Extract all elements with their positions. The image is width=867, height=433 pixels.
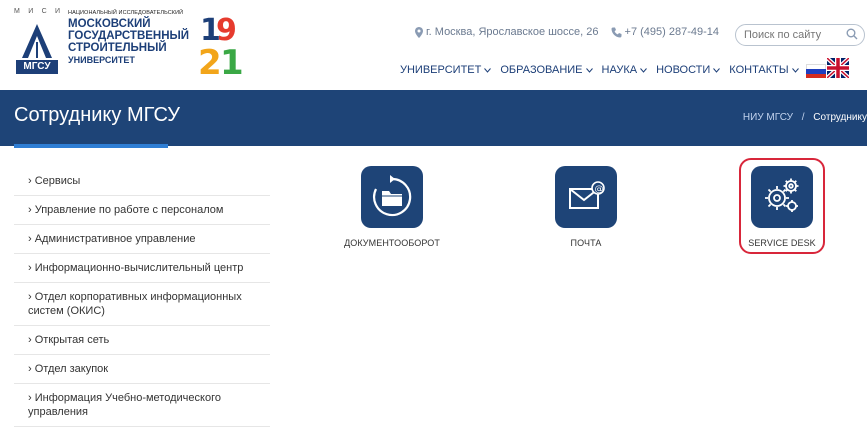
sidebar-item-administration[interactable]: › Административное управление (14, 225, 270, 254)
phone-text[interactable]: +7 (495) 287-49-14 (625, 26, 719, 38)
year-digit: 2 (198, 43, 222, 76)
english-flag-icon[interactable] (827, 58, 849, 78)
chevron-down-icon (585, 67, 593, 73)
chevron-down-icon (484, 67, 492, 73)
logo-name: МОСКОВСКИЙ ГОСУДАРСТВЕННЫЙ СТРОИТЕЛЬНЫЙ … (68, 18, 190, 65)
logo-letters: М И С И (14, 8, 60, 15)
contact-info: г. Москва, Ярославское шоссе, 26 +7 (495… (415, 26, 719, 38)
sidebar-item-computing-center[interactable]: › Информационно-вычислительный центр (14, 254, 270, 283)
nav-item-education[interactable]: ОБРАЗОВАНИЕ (500, 64, 593, 76)
address-text[interactable]: г. Москва, Ярославское шоссе, 26 (426, 26, 599, 38)
tile-document-flow[interactable]: ДОКУМЕНТООБОРОТ (332, 166, 452, 248)
search-box[interactable] (735, 24, 865, 46)
anniversary-year-graphic: 1 9 2 1 (198, 13, 242, 76)
sidebar-item-teaching-info[interactable]: › Информация Учебно-методического управл… (14, 384, 270, 427)
sidebar-menu: › Сервисы › Управление по работе с персо… (14, 166, 270, 427)
breadcrumb-separator: / (801, 112, 805, 123)
tile-icon-box (361, 166, 423, 228)
map-pin-icon (415, 26, 423, 38)
tile-mail[interactable]: @ ПОЧТА (526, 166, 646, 248)
main-navigation: УНИВЕРСИТЕТ ОБРАЗОВАНИЕ НАУКА НОВОСТИ КО… (400, 64, 808, 76)
nav-item-science[interactable]: НАУКА (602, 64, 648, 76)
chevron-down-icon (713, 67, 721, 73)
at-sign-glyph: @ (595, 185, 604, 195)
page-title: Сотруднику МГСУ (14, 104, 181, 126)
logo-arch-icon (22, 24, 52, 58)
page-title-banner: Сотруднику МГСУ НИУ МГСУ / Сотруднику (0, 90, 867, 146)
nav-item-contacts[interactable]: КОНТАКТЫ (729, 64, 799, 76)
sidebar-item-procurement[interactable]: › Отдел закупок (14, 355, 270, 384)
year-digit: 1 (220, 43, 242, 76)
breadcrumb-home-link[interactable]: НИУ МГСУ (743, 112, 793, 123)
tile-icon-box: @ (555, 166, 617, 228)
nav-item-university[interactable]: УНИВЕРСИТЕТ (400, 64, 492, 76)
logo-caption: НАЦИОНАЛЬНЫЙ ИССЛЕДОВАТЕЛЬСКИЙ (68, 10, 184, 16)
title-accent-bar (14, 144, 168, 148)
university-logo[interactable]: М И С И МГСУ НАЦИОНАЛЬНЫЙ ИССЛЕДОВАТЕЛЬС… (14, 8, 244, 80)
tile-label: ДОКУМЕНТООБОРОТ (344, 238, 440, 248)
phone-icon (611, 27, 622, 37)
sidebar-item-services[interactable]: › Сервисы (14, 166, 270, 196)
sidebar-item-open-network[interactable]: › Открытая сеть (14, 326, 270, 355)
breadcrumb-current: Сотруднику (813, 112, 867, 123)
sidebar-item-hr[interactable]: › Управление по работе с персоналом (14, 196, 270, 225)
language-switcher (806, 58, 849, 78)
site-header: М И С И МГСУ НАЦИОНАЛЬНЫЙ ИССЛЕДОВАТЕЛЬС… (0, 0, 867, 90)
logo-emblem: М И С И МГСУ (14, 8, 60, 74)
nav-item-news[interactable]: НОВОСТИ (656, 64, 721, 76)
search-input[interactable] (744, 29, 836, 41)
selection-highlight (739, 158, 825, 254)
logo-abbreviation: МГСУ (16, 60, 58, 74)
russian-flag-icon[interactable] (806, 64, 826, 78)
mail-icon: @ (569, 181, 605, 209)
sidebar-item-okis[interactable]: › Отдел корпоративных информационных сис… (14, 283, 270, 326)
chevron-down-icon (640, 67, 647, 73)
breadcrumb: НИУ МГСУ / Сотруднику (743, 112, 867, 123)
tile-label: ПОЧТА (570, 238, 602, 248)
search-icon[interactable] (846, 28, 858, 40)
chevron-down-icon (791, 67, 799, 73)
folder-refresh-icon (373, 175, 412, 217)
